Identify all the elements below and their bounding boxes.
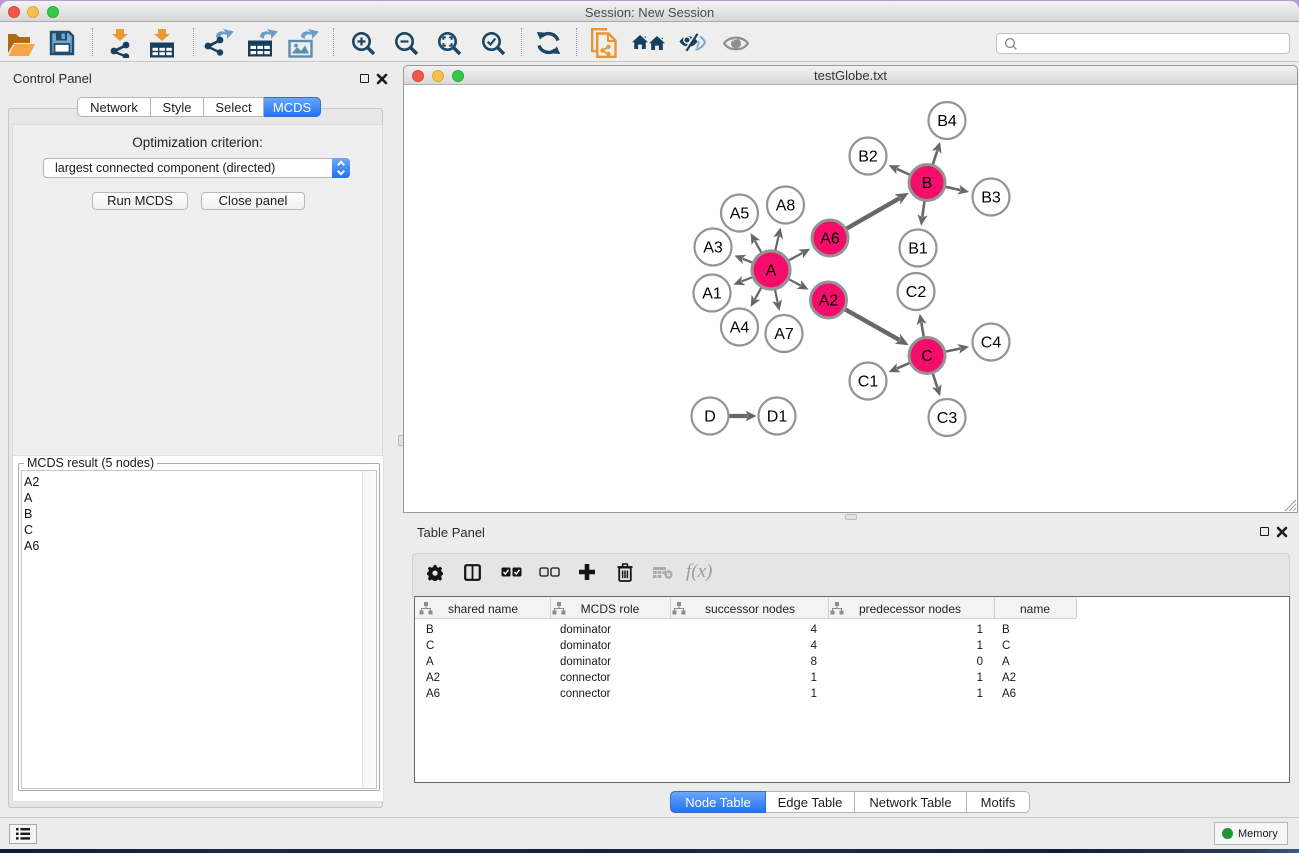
svg-text:C4: C4 — [981, 335, 1002, 352]
svg-text:B1: B1 — [908, 241, 928, 258]
svg-text:C1: C1 — [858, 374, 879, 391]
svg-text:A7: A7 — [774, 326, 794, 343]
svg-text:B3: B3 — [981, 190, 1001, 207]
svg-text:D1: D1 — [767, 409, 788, 426]
svg-text:C: C — [921, 348, 933, 365]
svg-text:B4: B4 — [937, 113, 957, 130]
svg-text:A5: A5 — [730, 206, 750, 223]
svg-text:C2: C2 — [906, 284, 927, 301]
svg-text:A8: A8 — [776, 198, 796, 215]
svg-text:A6: A6 — [820, 231, 840, 248]
svg-text:A2: A2 — [819, 293, 839, 310]
svg-text:A3: A3 — [703, 240, 723, 257]
svg-text:B: B — [922, 175, 933, 192]
svg-text:A4: A4 — [730, 320, 750, 337]
svg-text:D: D — [704, 409, 716, 426]
svg-text:C3: C3 — [937, 410, 958, 427]
svg-text:B2: B2 — [858, 149, 878, 166]
svg-text:A: A — [766, 263, 777, 280]
svg-text:A1: A1 — [702, 286, 722, 303]
